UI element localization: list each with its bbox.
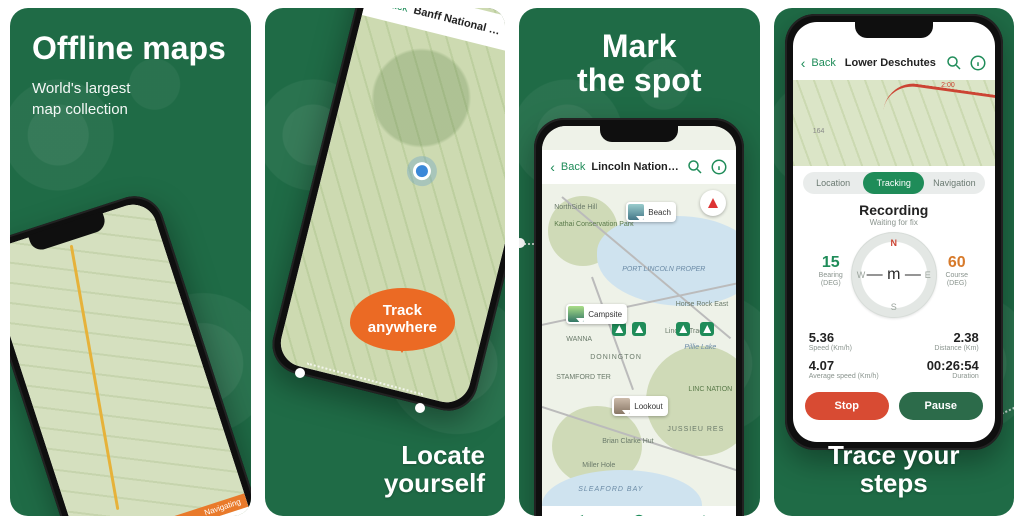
compass-s-label: S: [891, 302, 897, 312]
distance-value: 2.38: [904, 330, 979, 345]
course-unit: (DEG): [929, 280, 985, 288]
cursor-icon[interactable]: [566, 514, 584, 516]
recording-title: Recording: [793, 202, 995, 218]
map-label: STAMFORD TER: [556, 374, 611, 381]
map-elev-label: 164: [813, 128, 825, 135]
campsite-marker-icon[interactable]: [676, 322, 690, 336]
thumbnail-icon: [628, 204, 644, 220]
tracking-stats: 5.36 Speed (Km/h) 2.38Distance (Km) 4.07…: [809, 330, 979, 380]
promo-card-locate-yourself: 9:41 ••• ⚡︎ ‹ Back Banff National Park..…: [265, 8, 506, 516]
screenshot-gallery: Offline maps World's largest map collect…: [0, 0, 1024, 524]
card-bottom-text: Locate yourself: [384, 441, 485, 498]
search-icon[interactable]: [504, 25, 505, 47]
compass-unit: m: [887, 266, 900, 283]
app-header: ‹ Back Lincoln National Park: [542, 150, 736, 184]
map-label: Kathai Conservation Park: [554, 221, 633, 228]
map-label: JUSSIEU RES: [667, 426, 724, 433]
seg-navigation[interactable]: Navigation: [924, 172, 985, 194]
map-label: Pillie Lake: [684, 344, 716, 351]
waypoint-lookout[interactable]: Lookout: [612, 396, 667, 416]
search-icon[interactable]: [945, 54, 963, 72]
info-icon[interactable]: [969, 54, 987, 72]
header-title: Lower Deschutes: [842, 57, 939, 69]
search-icon[interactable]: [686, 158, 704, 176]
avgspeed-label: Average speed (Km/h): [809, 373, 884, 380]
back-button[interactable]: Back: [811, 57, 835, 69]
compass-w-label: W: [857, 270, 866, 280]
distance-label: Distance (Km): [904, 345, 979, 352]
waypoint-label: Beach: [648, 208, 671, 217]
course-label: Course: [929, 272, 985, 280]
back-chevron-icon[interactable]: ‹: [801, 55, 806, 71]
layers-icon[interactable]: [695, 514, 713, 516]
waypoint-label: Campsite: [588, 310, 622, 319]
campsite-marker-icon[interactable]: [612, 322, 626, 336]
back-button[interactable]: Back: [383, 8, 410, 15]
waypoint-beach[interactable]: Beach: [626, 202, 676, 222]
seg-location[interactable]: Location: [803, 172, 864, 194]
campsite-marker-icon[interactable]: [700, 322, 714, 336]
recording-subtitle: Waiting for fix: [793, 218, 995, 227]
header-title: Lincoln National Park: [591, 161, 680, 173]
back-chevron-icon[interactable]: ‹: [550, 159, 555, 175]
stop-button[interactable]: Stop: [805, 392, 889, 420]
card-bottom-text: Trace your steps: [774, 441, 1015, 498]
promo-card-offline-maps: Offline maps World's largest map collect…: [10, 8, 251, 516]
map-label: Brian Clarke Hut: [602, 438, 653, 445]
phone-mockup: ‹ Back Lower Deschutes 2:00 164 Location…: [785, 14, 1003, 450]
compass-n-label: N: [891, 238, 898, 248]
avgspeed-value: 4.07: [809, 358, 884, 373]
info-icon[interactable]: [710, 158, 728, 176]
app-bottom-bar: [542, 506, 736, 516]
course-value: 60: [929, 254, 985, 272]
waypoint-campsite[interactable]: Campsite: [566, 304, 627, 324]
campsite-marker-icon[interactable]: [632, 322, 646, 336]
phone-mockup: Navigating 51.658838, - 116.177498: [10, 188, 251, 516]
map-label: NorthSide Hill: [554, 204, 597, 211]
phone-mockup: NorthSide Hill Kathai Conservation Park …: [534, 118, 744, 516]
waypoint-label: Lookout: [634, 402, 662, 411]
promo-card-mark-the-spot: Mark the spot NorthSide Hill Kathai Cons…: [519, 8, 760, 516]
map-label: WANNA: [566, 336, 592, 343]
compass-icon[interactable]: [700, 190, 726, 216]
map-label: DONINGTON: [590, 354, 642, 361]
tracking-map[interactable]: 2:00 164: [793, 80, 995, 166]
map-label: LINC NATION: [688, 386, 732, 393]
park-map[interactable]: NorthSide Hill Kathai Conservation Park …: [542, 126, 736, 516]
speed-label: Speed (Km/h): [809, 345, 884, 352]
callout-bubble: Track anywhere: [350, 288, 455, 351]
card-title: Offline maps: [10, 8, 251, 72]
map-label: PORT LINCOLN PROPER: [622, 266, 705, 273]
map-label: SLEAFORD BAY: [578, 486, 643, 493]
seg-tracking[interactable]: Tracking: [863, 172, 924, 194]
card-title: Mark the spot: [519, 8, 760, 103]
map-time-label: 2:00: [941, 82, 955, 89]
compass-dial: N S W E — m —: [851, 232, 937, 318]
back-button[interactable]: Back: [561, 161, 585, 173]
duration-label: Duration: [904, 373, 979, 380]
duration-value: 00:26:54: [904, 358, 979, 373]
map-label: Horse Rock East: [676, 301, 729, 308]
mode-segmented-control[interactable]: Location Tracking Navigation: [803, 172, 985, 194]
back-chevron-icon[interactable]: ‹: [372, 8, 380, 9]
map-label: Miller Hole: [582, 462, 615, 469]
app-header: ‹ Back Lower Deschutes: [793, 46, 995, 80]
promo-card-trace-your-steps: ‹ Back Lower Deschutes 2:00 164 Location…: [774, 8, 1015, 516]
pause-button[interactable]: Pause: [899, 392, 983, 420]
card-subtitle: World's largest map collection: [10, 72, 159, 120]
phone-mockup: 9:41 ••• ⚡︎ ‹ Back Banff National Park..…: [266, 8, 505, 417]
pin-icon[interactable]: [630, 514, 648, 516]
thumbnail-icon: [568, 306, 584, 322]
speed-value: 5.36: [809, 330, 884, 345]
thumbnail-icon: [614, 398, 630, 414]
